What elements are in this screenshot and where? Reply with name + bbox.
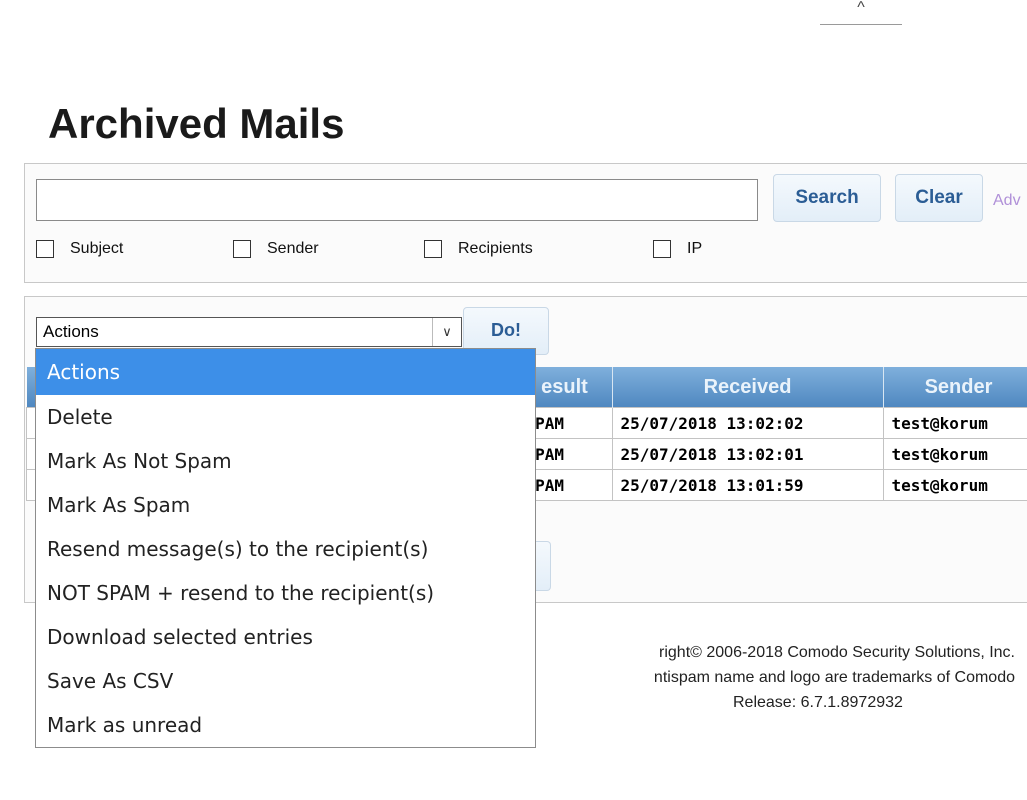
- option-actions[interactable]: Actions: [36, 349, 535, 395]
- option-not-spam-resend[interactable]: NOT SPAM + resend to the recipient(s): [36, 571, 535, 615]
- sender-label: Sender: [267, 240, 319, 257]
- filter-ip[interactable]: IP: [653, 240, 702, 258]
- sender-cell: test@korum: [882, 469, 1027, 501]
- clear-button[interactable]: Clear: [895, 174, 983, 222]
- search-button[interactable]: Search: [773, 174, 881, 222]
- received-cell: 25/07/2018 13:02:01: [611, 438, 884, 470]
- sender-cell: test@korum: [882, 438, 1027, 470]
- actions-dropdown-list: Actions Delete Mark As Not Spam Mark As …: [35, 348, 536, 748]
- option-mark-unread[interactable]: Mark as unread: [36, 703, 535, 747]
- option-resend[interactable]: Resend message(s) to the recipient(s): [36, 527, 535, 571]
- option-mark-not-spam[interactable]: Mark As Not Spam: [36, 439, 535, 483]
- ip-checkbox[interactable]: [653, 240, 671, 258]
- actions-select[interactable]: Actions ∨: [36, 317, 462, 347]
- option-save-csv[interactable]: Save As CSV: [36, 659, 535, 703]
- chevron-down-icon[interactable]: ∨: [432, 318, 461, 346]
- filter-subject[interactable]: Subject: [36, 240, 123, 258]
- chevron-up-icon: ^: [857, 0, 865, 16]
- search-input[interactable]: [36, 179, 758, 221]
- received-cell: 25/07/2018 13:01:59: [611, 469, 884, 501]
- collapse-tab[interactable]: ^: [820, 0, 902, 25]
- recipients-label: Recipients: [458, 240, 533, 257]
- ip-label: IP: [687, 240, 703, 257]
- sender-cell: test@korum: [882, 407, 1027, 439]
- option-delete[interactable]: Delete: [36, 395, 535, 439]
- filter-sender[interactable]: Sender: [233, 240, 319, 258]
- received-cell: 25/07/2018 13:02:02: [611, 407, 884, 439]
- subject-label: Subject: [70, 240, 124, 257]
- advanced-search-link[interactable]: Adv: [993, 192, 1021, 210]
- received-column-header[interactable]: Received: [612, 367, 884, 408]
- search-panel: Search Clear Adv Subject Sender Recipien…: [24, 163, 1027, 283]
- option-mark-spam[interactable]: Mark As Spam: [36, 483, 535, 527]
- recipients-checkbox[interactable]: [424, 240, 442, 258]
- filter-recipients[interactable]: Recipients: [424, 240, 533, 258]
- subject-checkbox[interactable]: [36, 240, 54, 258]
- page-title: Archived Mails: [48, 100, 345, 147]
- sender-checkbox[interactable]: [233, 240, 251, 258]
- sender-column-header[interactable]: Sender: [883, 367, 1027, 408]
- actions-select-value: Actions: [43, 322, 99, 341]
- option-download-selected[interactable]: Download selected entries: [36, 615, 535, 659]
